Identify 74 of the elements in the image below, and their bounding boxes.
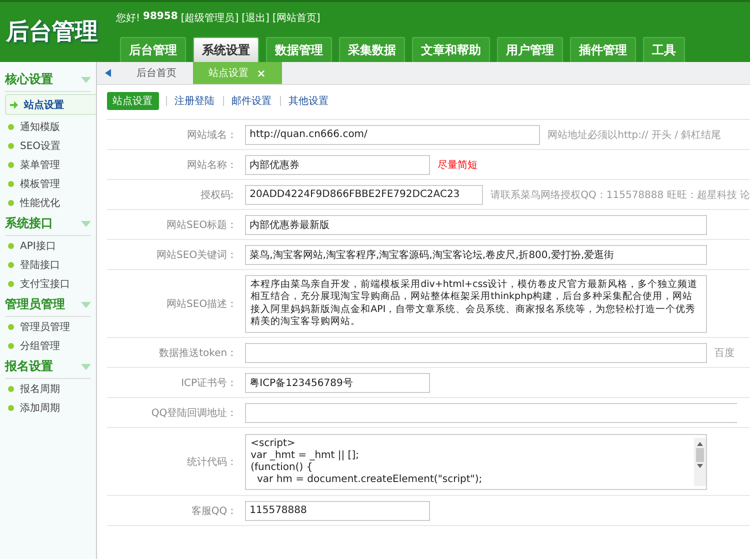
header-link[interactable]: [退出]: [242, 11, 270, 25]
field-label: 网站域名 :: [186, 128, 235, 142]
sidebar-item[interactable]: API接口: [0, 236, 96, 255]
field-label: 统计代码 :: [186, 456, 235, 468]
username-text: 98958: [143, 11, 178, 24]
bullet-icon: [8, 386, 14, 392]
input-field[interactable]: 内部优惠券: [244, 154, 430, 174]
collapse-triangle-icon: [80, 364, 91, 370]
nav-tab[interactable]: 系统设置: [193, 37, 259, 62]
sidebar-item[interactable]: 性能优化: [0, 193, 96, 212]
hint-text: 尽量简短: [438, 158, 478, 172]
input-field[interactable]: 115578888: [244, 500, 430, 520]
input-field[interactable]: [244, 342, 707, 362]
sidebar-item[interactable]: 支付宝接口: [0, 274, 96, 293]
bullet-icon: [8, 280, 14, 286]
page-tab[interactable]: 后台首页: [120, 62, 193, 84]
sidebar-group-header[interactable]: 报名设置: [5, 355, 91, 379]
field-label: 网站SEO关键词 :: [156, 248, 235, 262]
bullet-icon: [8, 124, 14, 130]
greeting-text: 您好!: [116, 12, 140, 25]
bullet-icon: [8, 262, 14, 268]
role-text: [超级管理员]: [180, 12, 239, 25]
sidebar-group-header[interactable]: 管理员管理: [5, 293, 91, 317]
sidebar-group-header[interactable]: 系统接口: [5, 212, 91, 236]
input-field[interactable]: 20ADD4224F9D866FBBE2FE792DC2AC23: [244, 184, 483, 204]
hint-text: 百度: [714, 346, 735, 360]
field-label: 授权码:: [199, 188, 235, 202]
scrollbar[interactable]: [694, 438, 706, 486]
field-label: 网站SEO标题 :: [166, 218, 235, 232]
bullet-icon: [8, 142, 14, 148]
bullet-icon: [8, 162, 14, 168]
arrow-icon: [10, 100, 18, 108]
input-field[interactable]: 菜鸟,淘宝客网站,淘宝客程序,淘宝客源码,淘宝客论坛,卷皮尺,折800,爱打扮,爱逛街: [244, 244, 707, 264]
bullet-icon: [8, 404, 14, 410]
field-label: 客服QQ :: [190, 504, 235, 518]
sidebar-item[interactable]: 站点设置: [5, 94, 96, 115]
collapse-triangle-icon: [80, 220, 91, 226]
bullet-icon: [8, 342, 14, 348]
field-label: QQ登陆回调地址 :: [150, 406, 235, 420]
header-link[interactable]: [网站首页]: [272, 11, 320, 25]
text-area[interactable]: 本程序由菜鸟亲自开发，前端模板采用div+html+css设计，模仿卷皮尺官方最新风格，多个独立频道相互结合，充分展现淘宝导购商品，网站整体框架采用thinkphp构建，后台多种采集配合使用，网站接入阿里妈妈新版淘点金和API，自带文章系统、会员系统、商家报名系统等，为您轻松打造一个优秀精美的淘宝客导购网站。: [244, 274, 707, 332]
bullet-icon: [8, 324, 14, 330]
settings-tab[interactable]: 站点设置: [106, 92, 159, 110]
input-field[interactable]: http://quan.cn666.com/: [244, 124, 540, 144]
sidebar-item[interactable]: SEO设置: [0, 136, 96, 155]
input-field[interactable]: 粤ICP备123456789号: [244, 372, 430, 392]
hint-text: 请联系菜鸟网络授权QQ：115578888 旺旺：超星科技 论: [490, 188, 750, 202]
settings-tab[interactable]: 注册登陆: [174, 92, 216, 110]
hint-text: 网站地址必须以http:// 开头 / 斜杠结尾: [548, 128, 722, 142]
code-area[interactable]: <script> var _hmt = _hmt || []; (function() { var hm = document.createElement("script");: [244, 434, 707, 490]
field-label: 网站SEO描述 :: [166, 298, 235, 310]
sidebar-item[interactable]: 通知模版: [0, 117, 96, 136]
field-label: 网站名称 :: [186, 158, 235, 172]
input-field[interactable]: 内部优惠券最新版: [244, 214, 707, 234]
sidebar-item[interactable]: 报名周期: [0, 379, 96, 398]
sidebar-item[interactable]: 管理员管理: [0, 317, 96, 336]
sidebar-item[interactable]: 登陆接口: [0, 255, 96, 274]
sidebar-item[interactable]: 模板管理: [0, 174, 96, 193]
field-label: ICP证书号 :: [180, 376, 235, 390]
settings-tab[interactable]: 邮件设置: [230, 92, 273, 110]
bullet-icon: [8, 180, 14, 186]
bullet-icon: [8, 242, 14, 248]
sidebar-item[interactable]: 添加周期: [0, 398, 96, 417]
collapse-triangle-icon: [80, 302, 91, 308]
sidebar-item[interactable]: 分组管理: [0, 336, 96, 355]
left-arrow-icon[interactable]: [104, 69, 111, 77]
collapse-triangle-icon: [80, 76, 91, 82]
input-field[interactable]: [244, 402, 737, 422]
sidebar-item[interactable]: 菜单管理: [0, 155, 96, 174]
field-label: 数据推送token :: [158, 346, 235, 360]
sidebar-group-header[interactable]: 核心设置: [5, 68, 91, 92]
settings-tab[interactable]: 其他设置: [288, 92, 330, 110]
logo-text: 后台管理: [4, 18, 99, 47]
bullet-icon: [8, 200, 14, 206]
